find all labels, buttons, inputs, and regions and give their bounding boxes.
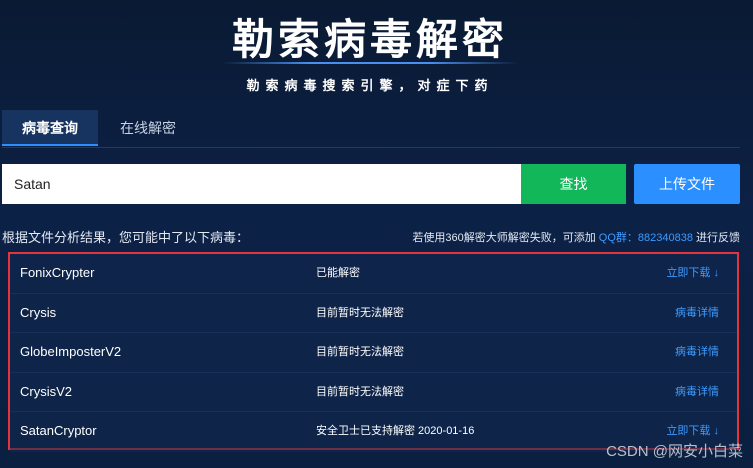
results-list: FonixCrypter 已能解密 立即下载 ↓ Crysis 目前暂时无法解密… xyxy=(8,252,739,452)
virus-name: FonixCrypter xyxy=(20,265,95,280)
result-row: Crysis 目前暂时无法解密 病毒详情 xyxy=(10,293,737,334)
virus-details-link[interactable]: 病毒详情 xyxy=(675,294,719,332)
decrypt-status: 已能解密 xyxy=(316,267,360,279)
virus-name: SatanCryptor xyxy=(20,423,97,439)
tab-virus-query[interactable]: 病毒查询 xyxy=(2,110,98,146)
result-row: CrysisV2 目前暂时无法解密 病毒详情 xyxy=(10,372,737,413)
virus-details-link[interactable]: 病毒详情 xyxy=(675,333,719,371)
qq-group-link[interactable]: QQ群：882340838 xyxy=(599,232,693,244)
feedback-suffix: 进行反馈 xyxy=(696,232,740,244)
upload-file-button[interactable]: 上传文件 xyxy=(634,164,740,204)
download-link[interactable]: 立即下载 ↓ xyxy=(666,254,719,292)
tab-bar: 病毒查询 在线解密 xyxy=(2,110,740,148)
virus-details-link[interactable]: 病毒详情 xyxy=(675,373,719,411)
title-underline xyxy=(222,62,518,64)
virus-name: GlobeImposterV2 xyxy=(20,344,122,360)
virus-name: CrysisV2 xyxy=(20,383,73,399)
decrypt-status: 目前暂时无法解密 xyxy=(316,346,404,359)
result-row: GlobeImposterV2 目前暂时无法解密 病毒详情 xyxy=(10,333,737,373)
decrypt-status: 目前暂时无法解密 xyxy=(316,306,404,319)
results-intro: 根据文件分析结果，您可能中了以下病毒： xyxy=(2,230,250,245)
feedback-prefix: 若使用360解密大师解密失败，可添加 xyxy=(412,232,596,244)
csdn-watermark: CSDN @网安小白菜 xyxy=(606,443,743,460)
virus-name: Crysis xyxy=(20,304,57,320)
search-button[interactable]: 查找 xyxy=(521,164,626,204)
search-input[interactable] xyxy=(2,164,522,204)
decrypt-status: 目前暂时无法解密 xyxy=(316,385,404,398)
decrypt-status: 安全卫士已支持解密 2020-01-16 xyxy=(316,425,475,438)
page-subtitle: 勒索病毒搜索引擎，对症下药 xyxy=(246,79,494,94)
tab-online-decrypt[interactable]: 在线解密 xyxy=(100,110,196,146)
result-row: FonixCrypter 已能解密 立即下载 ↓ xyxy=(10,254,737,294)
page-title: 勒索病毒解密 xyxy=(231,15,508,64)
feedback-note: 若使用360解密大师解密失败，可添加 QQ群：882340838 进行反馈 xyxy=(412,229,740,245)
